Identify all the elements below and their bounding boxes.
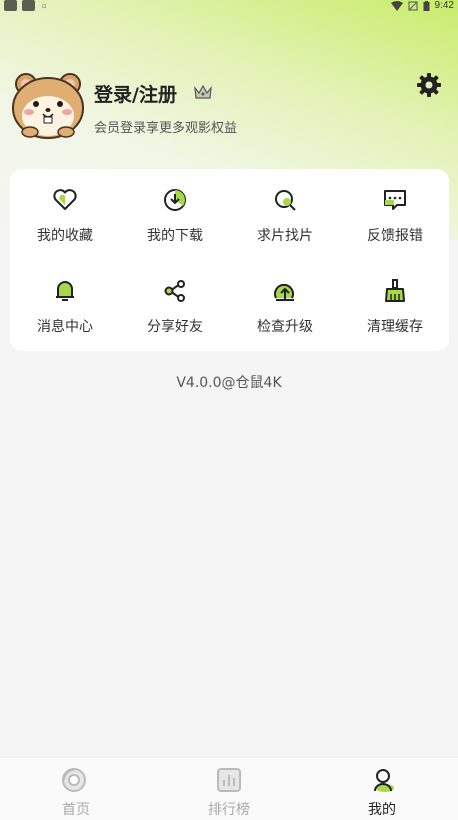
nav-mine[interactable]: 我的 [306, 758, 458, 820]
wifi-icon [390, 0, 403, 11]
login-subtitle: 会员登录享更多观影权益 [94, 121, 238, 136]
ranking-icon [217, 768, 241, 792]
grid-item-label: 消息中心 [37, 319, 93, 335]
crown-icon [193, 83, 213, 101]
bottom-navigation: 首页 排行榜 我的 [0, 757, 458, 820]
grid-item-label: 我的收藏 [37, 228, 93, 244]
notification-icon: ▫ [42, 1, 47, 10]
upgrade-icon [274, 283, 294, 301]
grid-item-favorites[interactable]: 我的收藏 [10, 169, 120, 259]
feature-grid: 我的收藏 我的下载 求片找片 反馈报错 消息中心 分享好友 检查升级 清理缓存 [10, 169, 449, 351]
grid-item-label: 求片找片 [257, 228, 313, 244]
feedback-icon [384, 190, 406, 210]
download-icon [164, 189, 186, 211]
grid-item-label: 清理缓存 [367, 319, 423, 335]
status-notifications: ▫ [4, 0, 47, 11]
grid-item-request-movie[interactable]: 求片找片 [230, 169, 340, 259]
login-register-link[interactable]: 登录/注册 [94, 80, 177, 107]
grid-item-check-update[interactable]: 检查升级 [230, 260, 340, 350]
grid-item-label: 分享好友 [147, 319, 203, 335]
battery-icon [423, 0, 430, 11]
grid-item-label: 检查升级 [257, 319, 313, 335]
nav-label: 首页 [62, 802, 90, 818]
status-bar: ▫ 9:42 [0, 0, 458, 14]
grid-item-clear-cache[interactable]: 清理缓存 [340, 260, 450, 350]
grid-item-feedback[interactable]: 反馈报错 [340, 169, 450, 259]
grid-item-downloads[interactable]: 我的下载 [120, 169, 230, 259]
nav-home[interactable]: 首页 [0, 758, 152, 820]
grid-item-messages[interactable]: 消息中心 [10, 260, 120, 350]
home-icon [62, 768, 86, 792]
nav-label: 我的 [368, 802, 396, 818]
broom-icon [385, 279, 405, 302]
signal-icon [407, 0, 418, 11]
version-label: V4.0.0@仓鼠4K [176, 375, 282, 391]
notification-icon [4, 0, 17, 11]
heart-icon [53, 189, 77, 210]
settings-button[interactable] [416, 72, 442, 98]
bell-icon [56, 281, 74, 301]
avatar[interactable] [10, 70, 86, 140]
status-time: 9:42 [434, 0, 454, 11]
grid-item-label: 反馈报错 [367, 228, 423, 244]
profile-icon [374, 769, 394, 792]
grid-item-share[interactable]: 分享好友 [120, 260, 230, 350]
grid-item-label: 我的下载 [147, 228, 203, 244]
nav-ranking[interactable]: 排行榜 [153, 758, 305, 820]
notification-icon [22, 0, 35, 11]
feature-grid-card: 我的收藏 我的下载 求片找片 反馈报错 消息中心 分享好友 检查升级 清理缓存 [10, 169, 449, 351]
nav-label: 排行榜 [208, 802, 250, 818]
search-icon [275, 190, 296, 211]
hamster-avatar-icon [12, 73, 84, 139]
gear-icon [417, 73, 441, 97]
share-icon [164, 280, 185, 302]
status-indicators: 9:42 [390, 0, 454, 11]
